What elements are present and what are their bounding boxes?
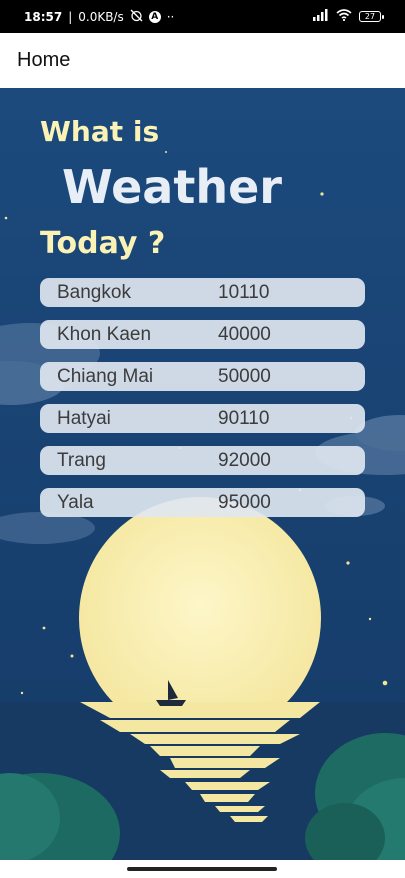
city-name: Hatyai [57, 408, 111, 429]
city-name: Bangkok [57, 282, 131, 303]
app-bar: Home [0, 33, 405, 88]
navigation-bar [0, 860, 405, 878]
heading-today: Today ? [40, 226, 166, 261]
city-name: Yala [57, 492, 94, 513]
city-row-chiang-mai[interactable]: Chiang Mai 50000 [40, 362, 365, 391]
network-speed: 0.0KB/s [78, 9, 124, 24]
battery-level: 27 [364, 12, 376, 21]
city-row-yala[interactable]: Yala 95000 [40, 488, 365, 517]
city-postal-code: 95000 [218, 492, 271, 513]
status-left: 18:57 | 0.0KB/s A ·· [24, 9, 174, 25]
weather-screen: What is Weather Today ? Bangkok 10110 Kh… [0, 88, 405, 860]
city-postal-code: 90110 [218, 408, 270, 429]
city-row-trang[interactable]: Trang 92000 [40, 446, 365, 475]
city-postal-code: 40000 [218, 324, 271, 345]
app-notification-icon: A [148, 10, 161, 23]
home-gesture-handle[interactable] [127, 867, 277, 871]
city-postal-code: 92000 [218, 450, 271, 471]
app-bar-title: Home [17, 49, 71, 71]
city-row-bangkok[interactable]: Bangkok 10110 [40, 278, 365, 307]
status-bar: 18:57 | 0.0KB/s A ·· 27 [0, 0, 405, 33]
city-row-khon-kaen[interactable]: Khon Kaen 40000 [40, 320, 365, 349]
city-name: Khon Kaen [57, 324, 152, 345]
more-notifications-icon: ·· [166, 9, 175, 24]
city-row-hatyai[interactable]: Hatyai 90110 [40, 404, 365, 433]
city-postal-code: 10110 [218, 282, 270, 303]
status-right: 27 [313, 9, 384, 24]
status-time: 18:57 [24, 9, 63, 24]
signal-icon [313, 9, 329, 24]
city-name: Chiang Mai [57, 366, 154, 387]
city-name: Trang [57, 450, 106, 471]
heading-weather: Weather [62, 160, 282, 214]
alarm-off-icon [130, 9, 143, 25]
status-separator: | [68, 9, 73, 24]
battery-icon: 27 [359, 11, 384, 22]
wifi-icon [336, 9, 352, 24]
city-list: Bangkok 10110 Khon Kaen 40000 Chiang Mai… [40, 278, 365, 530]
city-postal-code: 50000 [218, 366, 271, 387]
heading-what-is: What is [40, 115, 160, 148]
